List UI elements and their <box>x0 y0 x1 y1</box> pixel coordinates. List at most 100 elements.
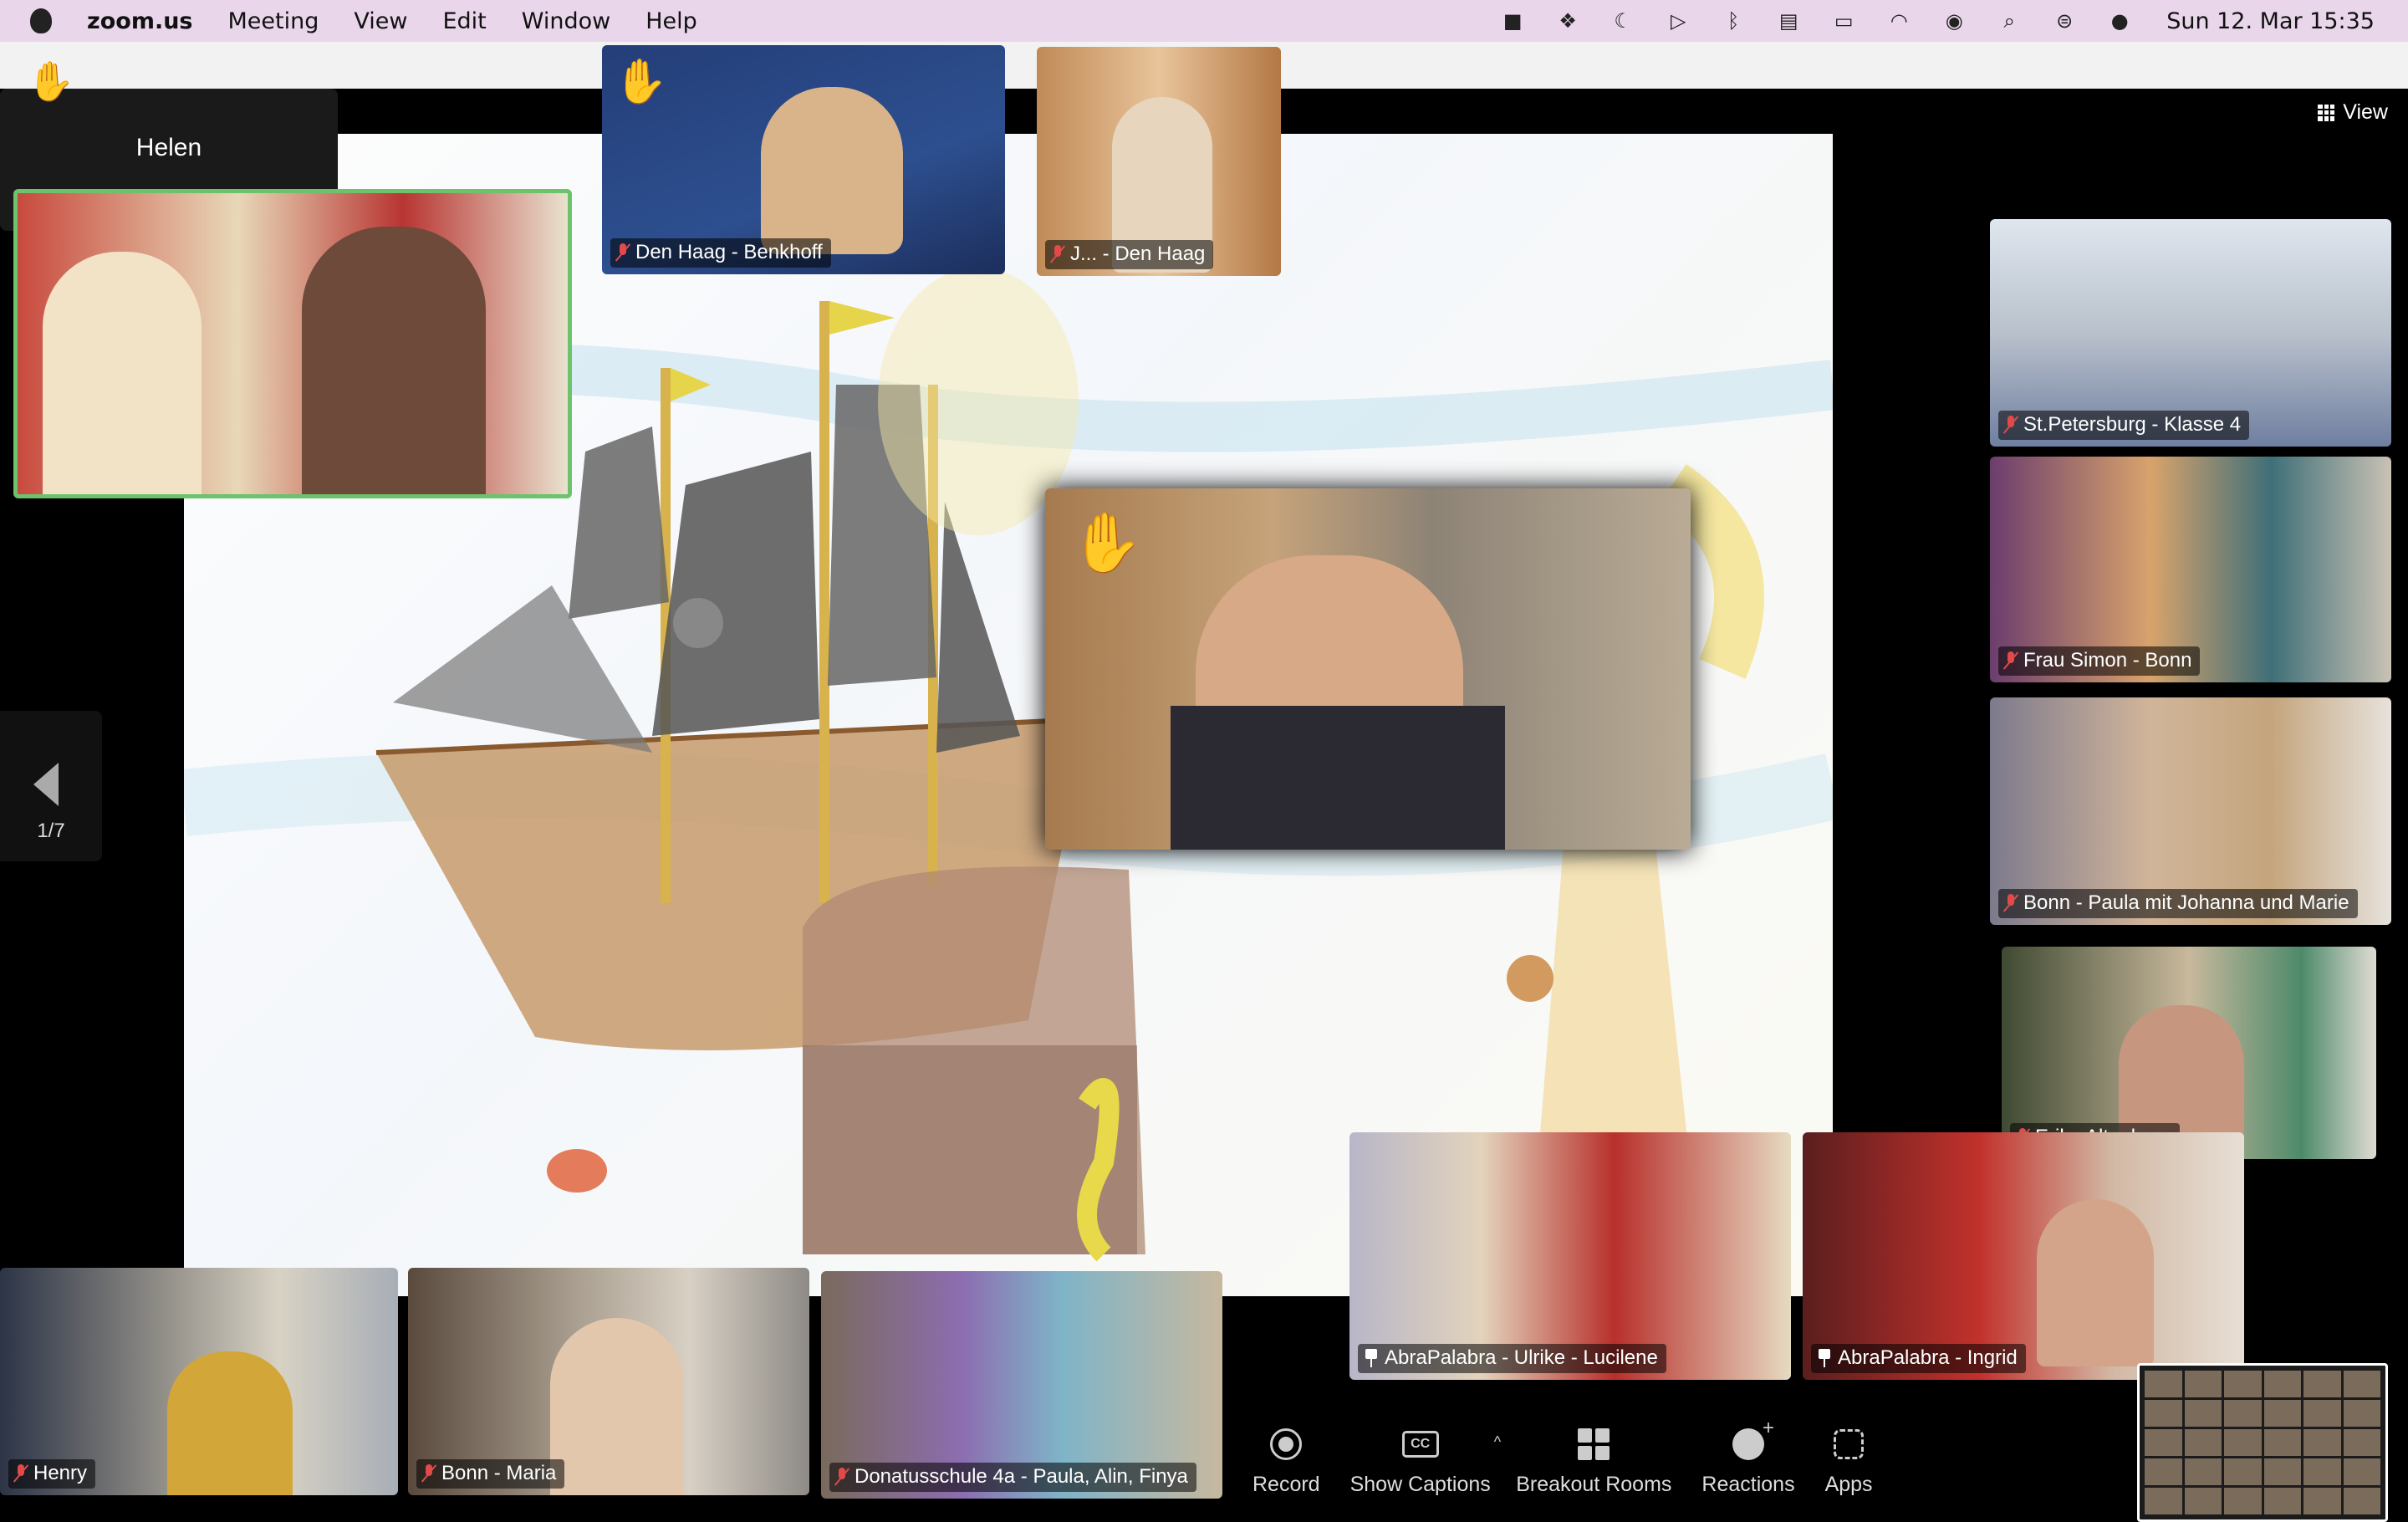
menu-app-zoom[interactable]: zoom.us <box>87 8 193 34</box>
participant-name: St.Petersburg - Klasse 4 <box>2023 413 2242 436</box>
menubar-datetime[interactable]: Sun 12. Mar 15:35 <box>2166 8 2375 34</box>
breakout-rooms-button[interactable]: Breakout Rooms <box>1501 1413 1686 1497</box>
video-tile-den-haag-child[interactable]: J... - Den Haag <box>1037 47 1281 276</box>
zoom-window: Zoom Meeting View <box>0 42 2408 1522</box>
participant-label: AbraPalabra - Ulrike - Lucilene <box>1358 1344 1666 1373</box>
dropbox-icon[interactable]: ❖ <box>1554 9 1581 33</box>
menu-window[interactable]: Window <box>522 8 610 34</box>
muted-mic-icon <box>423 1464 435 1483</box>
captions-icon: CC <box>1401 1431 1439 1458</box>
pin-icon <box>1365 1349 1378 1367</box>
participant-name: J... - Den Haag <box>1070 243 1206 265</box>
raised-hand-participant-name: Helen <box>135 134 202 161</box>
search-icon[interactable]: ⌕ <box>1996 9 2023 33</box>
video-tile-frau-simon[interactable]: Frau Simon - Bonn <box>1990 457 2391 682</box>
breakout-label: Breakout Rooms <box>1516 1473 1672 1496</box>
participant-name: AbraPalabra - Ingrid <box>1838 1346 2018 1369</box>
macos-menubar: zoom.us Meeting View Edit Window Help ■ … <box>0 0 2408 42</box>
battery-icon[interactable]: ▭ <box>1830 9 1857 33</box>
meeting-controls: Record CC Show Captions ^ Breakout Rooms… <box>1237 1413 1888 1505</box>
muted-mic-icon <box>617 243 629 262</box>
breakout-rooms-icon <box>1578 1428 1610 1460</box>
participant-figure <box>2037 1199 2154 1366</box>
view-button[interactable]: View <box>2318 100 2388 125</box>
video-tile-active-speaker[interactable] <box>13 189 572 498</box>
participant-label: Henry <box>8 1459 96 1489</box>
siri-icon[interactable]: ● <box>2106 9 2133 33</box>
raised-hand-icon: ✋ <box>614 58 668 106</box>
participant-name: Henry <box>33 1462 88 1484</box>
captions-label: Show Captions <box>1349 1473 1491 1496</box>
record-label: Record <box>1252 1473 1320 1496</box>
video-tile-erika[interactable]: Erika Altenburg <box>2002 947 2376 1159</box>
user-icon[interactable]: ◉ <box>1941 9 1967 33</box>
participant-figure-right <box>302 227 486 494</box>
video-tile-st-petersburg[interactable]: St.Petersburg - Klasse 4 <box>1990 219 2391 447</box>
raised-hand-icon: ✋ <box>1070 510 1144 575</box>
video-tile-boy[interactable]: ✋ <box>1045 488 1691 850</box>
participant-label: Bonn - Paula mit Johanna und Marie <box>1998 889 2358 918</box>
video-tile-abrapalabra-ingrid[interactable]: AbraPalabra - Ingrid <box>1803 1132 2244 1380</box>
muted-mic-icon <box>15 1464 27 1483</box>
video-tile-bonn-maria[interactable]: Bonn - Maria <box>408 1268 809 1495</box>
participant-name: Den Haag - Benkhoff <box>635 241 823 263</box>
participant-name: Frau Simon - Bonn <box>2023 649 2192 672</box>
muted-mic-icon <box>1052 245 1064 263</box>
record-button[interactable]: Record <box>1237 1413 1335 1497</box>
menu-help[interactable]: Help <box>645 8 697 34</box>
video-tile-abrapalabra-ulrike[interactable]: AbraPalabra - Ulrike - Lucilene <box>1349 1132 1791 1380</box>
menubar-status-area: ■ ❖ ☾ ▷ ᛒ ▤ ▭ ◠ ◉ ⌕ ⊜ ● Sun 12. Mar 15:3… <box>1499 0 2375 42</box>
control-center-icon[interactable]: ⊜ <box>2051 9 2078 33</box>
muted-mic-icon <box>836 1468 848 1486</box>
page-counter: 1/7 <box>37 820 65 842</box>
grid-view-icon <box>2318 104 2335 121</box>
apps-button[interactable]: Apps <box>1810 1413 1888 1497</box>
participant-hoodie <box>1171 706 1505 850</box>
arrow-left-icon <box>33 763 59 806</box>
menu-meeting[interactable]: Meeting <box>228 8 319 34</box>
participant-figure <box>761 87 903 254</box>
play-icon[interactable]: ▷ <box>1665 9 1691 33</box>
participant-figure <box>167 1351 293 1495</box>
moon-icon[interactable]: ☾ <box>1610 9 1636 33</box>
participant-figure <box>550 1318 684 1495</box>
participant-label: Frau Simon - Bonn <box>1998 646 2201 676</box>
muted-mic-icon <box>2005 651 2017 670</box>
participant-label: Den Haag - Benkhoff <box>610 238 831 268</box>
participant-figure-left <box>43 252 202 494</box>
gallery-thumbnail-preview[interactable] <box>2137 1363 2388 1522</box>
participant-label: Bonn - Maria <box>416 1459 565 1489</box>
apps-icon <box>1834 1429 1865 1459</box>
raised-hand-icon: ✋ <box>27 59 75 103</box>
muted-mic-icon <box>2005 894 2017 912</box>
menu-edit[interactable]: Edit <box>442 8 486 34</box>
pin-icon <box>1818 1349 1831 1367</box>
camera-icon[interactable]: ■ <box>1499 9 1526 33</box>
calendar-icon[interactable]: ▤ <box>1775 9 1802 33</box>
apps-label: Apps <box>1824 1473 1873 1496</box>
menu-view[interactable]: View <box>354 8 407 34</box>
muted-mic-icon <box>2005 416 2017 434</box>
reactions-button[interactable]: Reactions <box>1686 1413 1809 1497</box>
participant-label: J... - Den Haag <box>1045 240 1214 269</box>
participant-label: Donatusschule 4a - Paula, Alin, Finya <box>829 1463 1196 1492</box>
apple-menu-icon[interactable] <box>30 8 52 33</box>
wifi-icon[interactable]: ◠ <box>1885 9 1912 33</box>
record-icon <box>1270 1428 1303 1460</box>
participant-name: Bonn - Maria <box>441 1462 557 1484</box>
video-tile-den-haag-benkhoff[interactable]: ✋ Den Haag - Benkhoff <box>602 45 1005 274</box>
captions-options-caret-icon[interactable]: ^ <box>1494 1433 1501 1451</box>
participant-name: Bonn - Paula mit Johanna und Marie <box>2023 891 2349 914</box>
participant-name: Donatusschule 4a - Paula, Alin, Finya <box>855 1465 1188 1488</box>
participant-label: AbraPalabra - Ingrid <box>1811 1344 2026 1373</box>
reactions-label: Reactions <box>1701 1473 1795 1496</box>
video-tile-bonn-paula[interactable]: Bonn - Paula mit Johanna und Marie <box>1990 697 2391 925</box>
participant-name: AbraPalabra - Ulrike - Lucilene <box>1385 1346 1658 1369</box>
participant-label: St.Petersburg - Klasse 4 <box>1998 411 2250 440</box>
bluetooth-icon[interactable]: ᛒ <box>1720 9 1747 33</box>
video-tile-donatusschule[interactable]: Donatusschule 4a - Paula, Alin, Finya <box>821 1271 1222 1499</box>
video-tile-henry[interactable]: Henry <box>0 1268 398 1495</box>
show-captions-button[interactable]: CC Show Captions <box>1335 1413 1506 1497</box>
view-button-label: View <box>2343 100 2388 124</box>
previous-page-button[interactable]: 1/7 <box>0 711 102 861</box>
